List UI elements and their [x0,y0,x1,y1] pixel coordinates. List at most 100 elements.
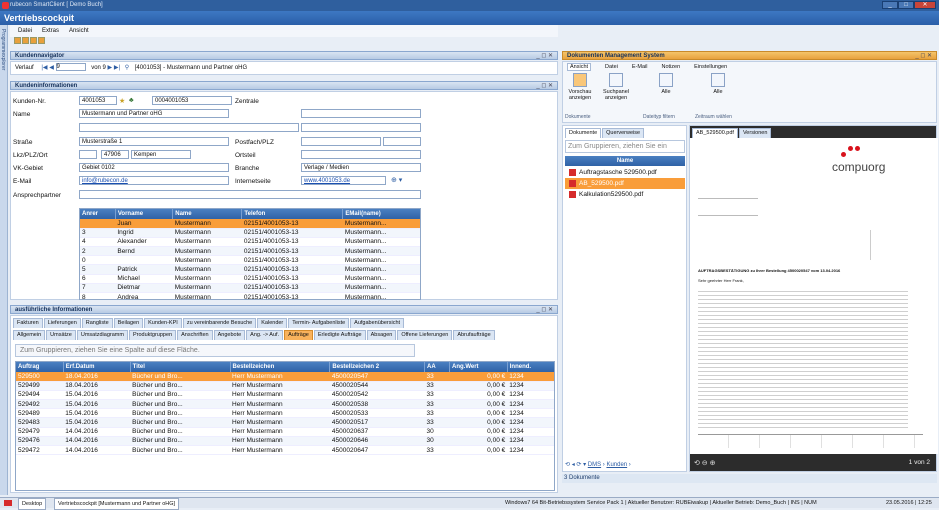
tab-dokumente[interactable]: Dokumente [565,128,602,138]
nav-first-icon[interactable]: |◀ [41,65,47,71]
nav-next-icon[interactable]: ▶ ▶| [108,65,120,71]
contact-row[interactable]: 3 Ingrid Mustermann 02151/4001053-13 Musterm… [80,228,420,238]
col-name-header[interactable]: Name [565,156,685,166]
zentrale2-field[interactable] [301,123,421,132]
postfach-plz-field[interactable] [383,137,421,146]
tab-top-8[interactable]: Aufgabenübersicht [350,318,405,328]
page-input[interactable]: 9 [55,63,86,72]
side-explorer-tab[interactable]: Programmexplorer [0,25,8,495]
tab-bottom-11[interactable]: Abrufaufträge [453,330,495,340]
order-row[interactable]: 529483 15.04.2016 Bücher und Bro... Herr Mu… [16,417,554,428]
col-order-4[interactable]: Bestellzeichen 2 [329,362,425,372]
menu-ansicht[interactable]: Ansicht [69,25,89,37]
tab-top-1[interactable]: Lieferungen [43,318,81,328]
contact-row[interactable]: 5 Patrick Mustermann 02151/4001053-13 Muster… [80,264,420,275]
maximize-button[interactable]: □ [898,1,914,9]
order-row[interactable]: 529489 15.04.2016 Bücher und Bro... Herr Mu… [16,408,554,419]
nav-prev-icon[interactable]: ◀ [49,65,54,71]
lkz-field[interactable] [79,150,97,159]
path-dms[interactable]: DMS [588,462,601,468]
col-order-1[interactable]: Erf.Datum [63,362,131,372]
menu-datei[interactable]: Datei [18,25,32,37]
col-order-3[interactable]: Bestellzeichen [230,362,331,372]
col-vorname[interactable]: Vorname [115,209,174,219]
order-row[interactable]: 529472 14.04.2016 Bücher und Bro... Herr Mu… [16,445,554,456]
vkgebiet-field[interactable]: Gebiet 0102 [79,163,229,172]
ribbon-tab-0[interactable]: Ansicht [567,63,592,71]
col-order-0[interactable]: Auftrag [16,362,64,372]
dateityp-alle-button[interactable]: Alle [651,73,681,95]
kundennr-field[interactable]: 4001053 [79,96,117,105]
close-button[interactable]: ✕ [914,1,936,9]
file-row[interactable]: AB_529500.pdf [565,178,685,189]
order-row[interactable]: 529479 14.04.2016 Bücher und Bro... Herr Mu… [16,427,554,437]
dms-group-area[interactable]: Zum Gruppieren, ziehen Sie ein [565,140,685,153]
order-row[interactable]: 529494 15.04.2016 Bücher und Bro... Herr Mu… [16,390,554,401]
name2-field[interactable] [79,123,299,132]
ribbon-tab-2[interactable]: E-Mail [632,64,648,70]
ribbon-tab-4[interactable]: Einstellungen [694,64,727,70]
tab-bottom-1[interactable]: Umsätze [46,330,76,340]
email-field[interactable]: info@rubecon.de [79,176,229,185]
tab-bottom-6[interactable]: Ang. -> Auf. [246,330,284,340]
suchpanel-button[interactable]: Suchpanel anzeigen [599,73,633,101]
name-field[interactable]: Mustermann und Partner oHG [79,109,229,118]
taskbar-vertriebscockpit[interactable]: Vertriebscockpit [Mustermann und Partner… [54,498,180,510]
browser-icon[interactable]: ⊕ ▾ [391,176,402,184]
contact-row[interactable]: 6 Michael Mustermann 02151/4001053-13 Muster… [80,274,420,284]
zeitraum-alle-button[interactable]: Alle [703,73,733,95]
contact-row[interactable]: 8 Andrea Mustermann 02151/4001053-13 Musterm… [80,292,420,299]
panel-controls[interactable]: _ ◻ ✕ [915,52,932,60]
tab-bottom-4[interactable]: Anschriften [177,330,213,340]
tab-top-0[interactable]: Fakturen [13,318,43,328]
panel-controls[interactable]: _ ◻ ✕ [536,82,553,90]
col-order-5[interactable]: AA [424,362,451,372]
zentrale-field[interactable] [301,109,421,118]
tab-top-4[interactable]: Kunden-KPI [144,318,182,328]
contact-row[interactable]: Juan Mustermann 02151/4001053-13 Mustermann… [80,219,420,229]
file-row[interactable]: Kalkulation529500.pdf [565,189,685,200]
menu-extras[interactable]: Extras [42,25,59,37]
tab-top-5[interactable]: zu vereinbarende Besuche [182,318,257,328]
settings-icon[interactable] [38,37,45,44]
save-icon[interactable] [14,37,21,44]
internet-field[interactable]: www.4001053.de [301,176,386,185]
plz-field[interactable]: 47906 [101,150,129,159]
col-order-7[interactable]: Innend. [507,362,554,372]
panel-controls[interactable]: _ ◻ ✕ [536,52,553,60]
branche-field[interactable]: Verlage / Medien [301,163,421,172]
col-email[interactable]: EMail(name) [342,209,420,219]
tab-bottom-0[interactable]: Allgemein [13,330,46,340]
vorschau-button[interactable]: Vorschau anzeigen [565,73,595,101]
col-order-2[interactable]: Titel [130,362,231,372]
group-drop-area[interactable]: Zum Gruppieren, ziehen Sie eine Spalte a… [15,344,415,357]
tab-preview-file[interactable]: AB_529500.pdf [692,128,738,138]
tab-bottom-9[interactable]: Absagen [366,330,397,340]
order-row[interactable]: 529499 18.04.2016 Bücher und Bro... Herr Mu… [16,381,554,391]
search-icon[interactable]: ⚲ [125,65,129,71]
col-anrer[interactable]: Anrer [80,209,116,219]
tab-bottom-10[interactable]: Offene Lieferungen [397,330,453,340]
contact-row[interactable]: 0 Mustermann 02151/4001053-13 Mustermann... [80,255,420,266]
ribbon-tab-1[interactable]: Datei [605,64,618,70]
refresh-icon[interactable] [30,37,37,44]
preview-nav-icons[interactable]: ⟲ ⊖ ⊕ [694,459,716,467]
col-telefon[interactable]: Telefon [241,209,344,219]
tab-bottom-3[interactable]: Produktgruppen [128,330,177,340]
tree-icon[interactable]: ♣ [129,97,134,104]
file-row[interactable]: Auftragstasche 529500.pdf [565,167,685,178]
order-row[interactable]: 529492 15.04.2016 Bücher und Bro... Herr Mu… [16,399,554,410]
order-row[interactable]: 529476 14.04.2016 Bücher und Bro... Herr Mu… [16,436,554,447]
kundennr2-field[interactable]: 0004001053 [152,96,232,105]
ribbon-tab-3[interactable]: Notizen [661,64,680,70]
tab-top-7[interactable]: Termin- Aufgabenliste [288,318,350,328]
contact-row[interactable]: 7 Dietmar Mustermann 02151/4001053-13 Muster… [80,283,420,294]
order-row[interactable]: 529500 18.04.2016 Bücher und Bro... Herr Mu… [16,372,554,382]
ortsteil-field[interactable] [301,150,421,159]
strasse-field[interactable]: Musterstraße 1 [79,137,229,146]
col-name[interactable]: Name [172,209,243,219]
tab-top-2[interactable]: Rangliste [81,318,113,328]
tab-bottom-7[interactable]: Aufträge [284,330,313,340]
tab-bottom-2[interactable]: Umsatzdiagramm [76,330,128,340]
tab-querverweise[interactable]: Querverweise [602,128,645,138]
